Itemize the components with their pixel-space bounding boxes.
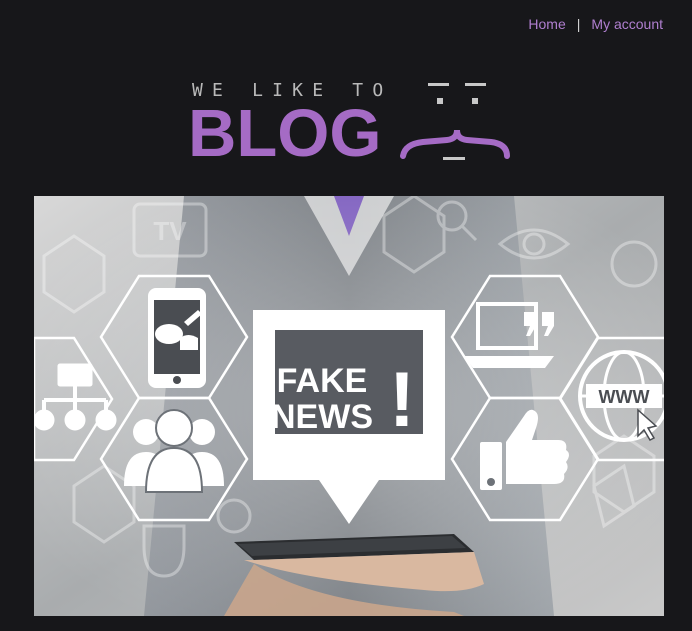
page-bottom-edge bbox=[0, 616, 692, 631]
hero-image-fake-news: WWW FAKE NEWS ! TV bbox=[34, 196, 664, 616]
fake-label: FAKE bbox=[277, 362, 368, 400]
tv-label: TV bbox=[153, 216, 187, 246]
home-link[interactable]: Home bbox=[528, 16, 565, 32]
www-label: WWW bbox=[599, 387, 650, 407]
top-navigation: Home | My account bbox=[528, 16, 663, 32]
nav-separator: | bbox=[576, 16, 581, 32]
my-account-link[interactable]: My account bbox=[591, 16, 663, 32]
site-logo[interactable]: WE LIKE TO BLOG bbox=[186, 80, 510, 171]
hero-illustration: WWW FAKE NEWS ! TV bbox=[34, 196, 664, 616]
logo-face-icon bbox=[400, 83, 510, 160]
news-label: NEWS bbox=[271, 398, 373, 436]
exclamation-mark: ! bbox=[389, 355, 415, 443]
smartphone-chat-icon bbox=[148, 288, 206, 388]
logo-word: BLOG bbox=[188, 96, 382, 171]
